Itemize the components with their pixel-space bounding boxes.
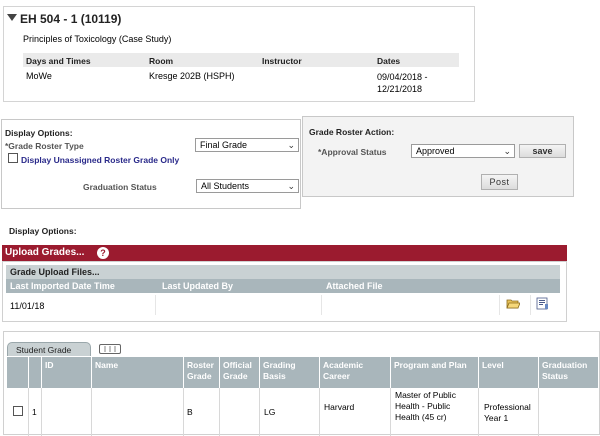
upload-file-icon[interactable]	[536, 297, 550, 310]
display-options-heading-2: Display Options:	[9, 226, 77, 236]
chevron-down-icon: ⌄	[287, 140, 295, 150]
last-imported-value: 11/01/18	[10, 301, 45, 311]
grad-status-value: All Students	[201, 181, 250, 191]
unassigned-label[interactable]: Display Unassigned Roster Grade Only	[21, 155, 179, 165]
roster-type-value: Final Grade	[200, 140, 248, 150]
col-grading-basis[interactable]: Grading Basis	[259, 357, 319, 388]
col-id[interactable]: ID	[41, 357, 91, 388]
post-button[interactable]: Post	[481, 174, 518, 190]
upload-grades-panel: Grade Upload Files... Last Imported Date…	[2, 261, 567, 322]
col-attached-file: Attached File	[326, 281, 383, 291]
roster-action-panel: Grade Roster Action: *Approval Status Ap…	[302, 116, 574, 197]
level-value: Professional Year 1	[484, 402, 531, 423]
help-icon[interactable]: ?	[97, 247, 109, 259]
row-select-checkbox[interactable]	[13, 406, 23, 416]
col-graduation-status[interactable]: Graduation Status	[538, 357, 598, 388]
grad-status-select[interactable]: All Students ⌄	[196, 179, 299, 193]
col-days-times: Days and Times	[26, 56, 91, 66]
col-room: Room	[149, 56, 174, 66]
upload-files-column-header: Last Imported Date Time Last Updated By …	[6, 279, 560, 293]
roster-type-select[interactable]: Final Grade ⌄	[195, 138, 299, 152]
student-grade-panel: Student Grade ID Name Roster Grade Offic…	[3, 331, 600, 436]
meeting-days: MoWe	[26, 71, 52, 81]
grad-status-label: Graduation Status	[83, 182, 157, 192]
col-last-updated-by: Last Updated By	[162, 281, 234, 291]
tab-student-grade[interactable]: Student Grade	[7, 342, 91, 356]
upload-grades-title: Upload Grades...	[5, 247, 85, 258]
save-button[interactable]: save	[519, 144, 566, 158]
class-section-panel: EH 504 - 1 (10119) Principles of Toxicol…	[3, 6, 475, 102]
approval-status-label: *Approval Status	[318, 147, 387, 157]
grade-upload-files-heading: Grade Upload Files...	[6, 265, 560, 279]
display-options-panel: Display Options: *Grade Roster Type Fina…	[1, 119, 301, 209]
class-section-title: EH 504 - 1 (10119)	[20, 12, 122, 26]
col-level[interactable]: Level	[478, 357, 538, 388]
approval-status-select[interactable]: Approved ⌄	[411, 144, 515, 158]
table-row: 1 B LG Harvard Master of Public Health -…	[7, 388, 598, 436]
display-options-heading: Display Options:	[5, 128, 73, 138]
grade-grid-header: ID Name Roster Grade Official Grade Grad…	[7, 357, 598, 388]
col-name[interactable]: Name	[91, 357, 183, 388]
meeting-room: Kresge 202B (HSPH)	[149, 71, 235, 81]
meeting-dates: 09/04/2018 - 12/21/2018	[377, 72, 428, 94]
row-number: 1	[32, 407, 37, 417]
col-dates: Dates	[377, 56, 401, 66]
chevron-down-icon: ⌄	[503, 146, 511, 156]
program-plan-value: Master of Public Health - Public Health …	[395, 390, 456, 422]
col-program-plan[interactable]: Program and Plan	[390, 357, 478, 388]
chevron-down-icon: ⌄	[287, 181, 295, 191]
col-official-grade[interactable]: Official Grade	[219, 357, 259, 388]
roster-action-heading: Grade Roster Action:	[309, 127, 395, 137]
col-instructor: Instructor	[262, 56, 302, 66]
col-roster-grade[interactable]: Roster Grade	[183, 357, 219, 388]
academic-career-value: Harvard	[324, 402, 355, 412]
grading-basis-value: LG	[264, 407, 276, 417]
upload-grades-bar: Upload Grades... ?	[2, 245, 567, 261]
unassigned-checkbox[interactable]	[8, 153, 18, 163]
approval-status-value: Approved	[416, 146, 455, 156]
class-description: Principles of Toxicology (Case Study)	[23, 34, 172, 44]
open-folder-icon[interactable]	[506, 298, 521, 309]
col-academic-career[interactable]: Academic Career	[319, 357, 390, 388]
collapse-triangle-icon[interactable]	[7, 14, 17, 21]
roster-type-label: *Grade Roster Type	[5, 141, 84, 151]
col-last-imported: Last Imported Date Time	[10, 281, 115, 291]
roster-grade-value[interactable]: B	[187, 407, 193, 418]
show-all-columns-icon[interactable]	[99, 344, 121, 354]
